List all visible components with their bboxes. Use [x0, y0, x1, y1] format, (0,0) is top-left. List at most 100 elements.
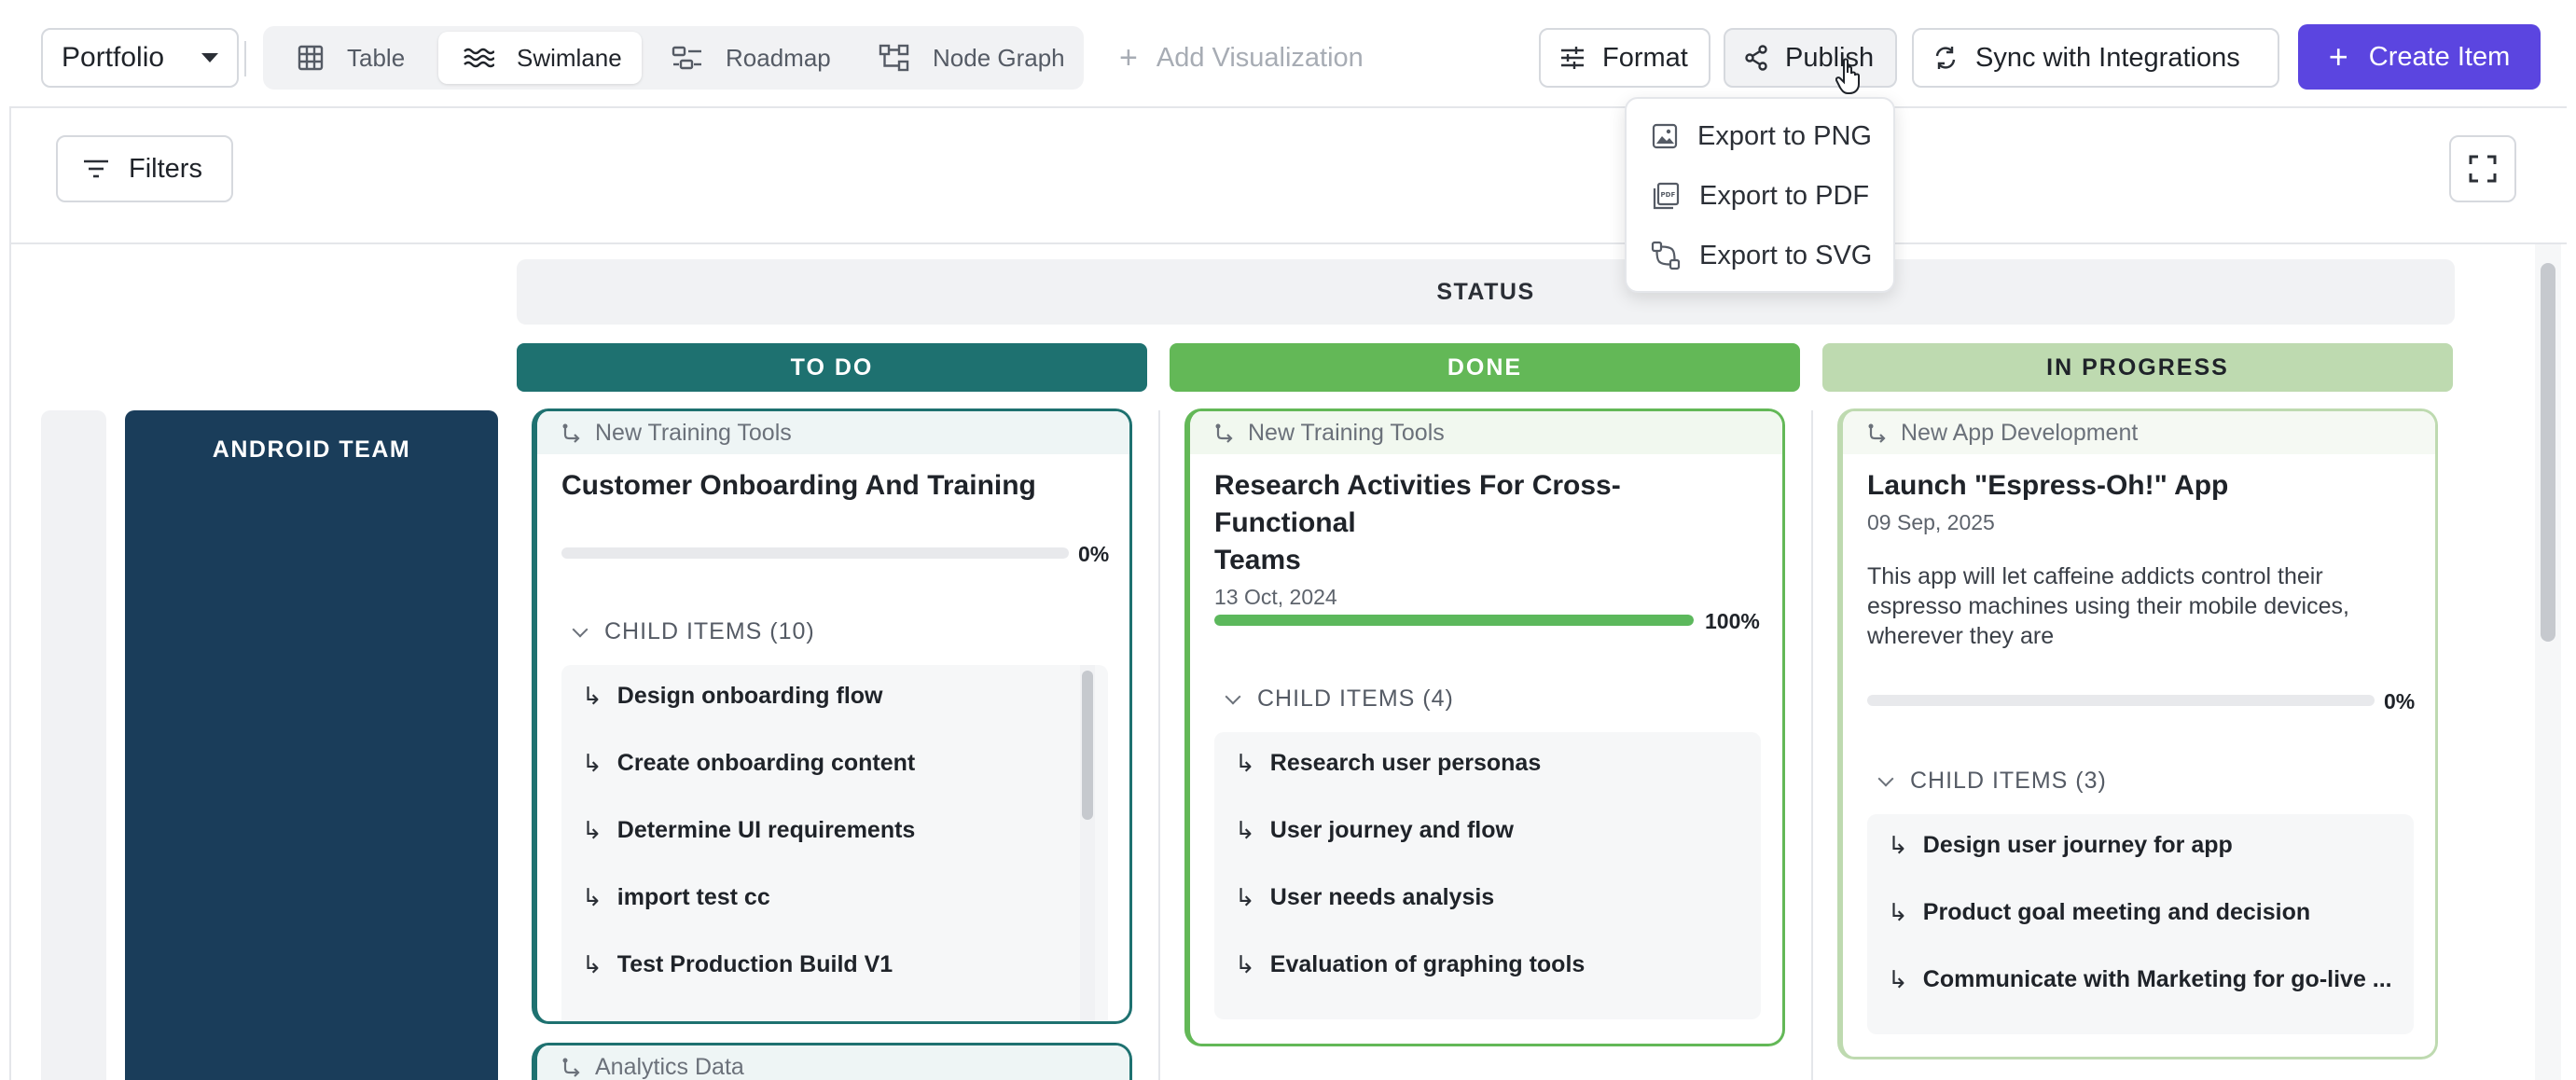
- child-item[interactable]: ↳ Research user personas: [1235, 749, 1541, 778]
- add-visualization-button[interactable]: + Add Visualization: [1119, 34, 1364, 82]
- column-header-done[interactable]: DONE: [1170, 343, 1800, 392]
- share-icon: [1745, 45, 1767, 71]
- card-title[interactable]: Customer Onboarding And Training: [537, 467, 1129, 505]
- item-card-analytics[interactable]: Analytics Data: [532, 1043, 1132, 1080]
- card-title[interactable]: Launch "Espress-Oh!" App: [1843, 467, 2435, 505]
- child-arrow-icon: ↳: [1235, 749, 1255, 777]
- child-item-label: Determine UI requirements: [616, 817, 916, 843]
- card-parent[interactable]: Analytics Data: [537, 1045, 1129, 1080]
- card-parent-label: New Training Tools: [1248, 419, 1445, 446]
- item-card-research-activities[interactable]: New Training Tools Research Activities F…: [1184, 408, 1785, 1046]
- filters-button[interactable]: Filters: [56, 135, 233, 202]
- card-parent[interactable]: New App Development: [1843, 411, 2435, 454]
- child-item[interactable]: ↳ Create onboarding content: [582, 749, 915, 778]
- add-visualization-label: Add Visualization: [1156, 42, 1364, 73]
- child-list-scrollbar[interactable]: [1080, 665, 1095, 1021]
- child-arrow-icon: ↳: [582, 950, 602, 978]
- hierarchy-icon: [562, 1058, 580, 1077]
- create-item-button[interactable]: + Create Item: [2298, 24, 2541, 90]
- child-item[interactable]: ↳ Design user journey for app: [1888, 831, 2233, 860]
- item-card-launch-app[interactable]: New App Development Launch "Espress-Oh!"…: [1837, 408, 2438, 1059]
- progress-bar: [1867, 695, 2375, 706]
- hierarchy-icon: [1215, 423, 1233, 443]
- vector-icon: [1651, 241, 1681, 270]
- fullscreen-button[interactable]: [2449, 135, 2516, 202]
- card-parent[interactable]: New Training Tools: [537, 411, 1129, 454]
- toolbar-divider: [244, 41, 246, 76]
- child-arrow-icon: ↳: [1235, 883, 1255, 911]
- child-item-label: Design onboarding flow: [616, 683, 883, 709]
- child-item[interactable]: ↳ Determine UI requirements: [582, 816, 915, 845]
- child-items-toggle[interactable]: CHILD ITEMS (4): [1225, 685, 1454, 713]
- child-item-label: User journey and flow: [1269, 817, 1514, 843]
- hand-cursor-icon: [1835, 58, 1860, 94]
- export-pdf-label: Export to PDF: [1699, 180, 1870, 211]
- portfolio-label: Portfolio: [62, 42, 165, 73]
- child-items-label: CHILD ITEMS (10): [604, 618, 815, 644]
- chevron-down-icon: [1225, 688, 1241, 704]
- export-png-item[interactable]: Export to PNG: [1651, 118, 1872, 155]
- row-header-android-team[interactable]: ANDROID TEAM: [125, 410, 498, 1080]
- tab-swimlane[interactable]: Swimlane: [438, 32, 642, 84]
- tab-node-graph-label: Node Graph: [933, 43, 1065, 72]
- export-svg-item[interactable]: Export to SVG: [1651, 237, 1872, 274]
- sliders-icon: [1561, 47, 1584, 69]
- card-title-line: Teams: [1214, 545, 1301, 575]
- content-border: [9, 108, 11, 1080]
- column-header-in-progress[interactable]: IN PROGRESS: [1822, 343, 2453, 392]
- caret-down-icon: [201, 53, 218, 62]
- export-pdf-item[interactable]: PDF Export to PDF: [1651, 177, 1869, 215]
- status-group-header: STATUS: [517, 259, 2455, 325]
- export-svg-label: Export to SVG: [1699, 240, 1873, 270]
- image-icon: [1652, 123, 1678, 149]
- portfolio-dropdown[interactable]: Portfolio: [41, 28, 239, 88]
- tab-table[interactable]: Table: [285, 32, 444, 84]
- child-item[interactable]: ↳ import test cc: [582, 883, 770, 912]
- child-items-toggle[interactable]: CHILD ITEMS (3): [1877, 768, 2107, 795]
- child-item[interactable]: ↳ Design onboarding flow: [582, 682, 883, 711]
- child-item-label: Test Production Build V1: [616, 951, 893, 977]
- child-item[interactable]: ↳ Product goal meeting and decision: [1888, 898, 2310, 927]
- scrollbar-thumb[interactable]: [1082, 671, 1093, 820]
- chevron-down-icon: [572, 621, 589, 637]
- card-date: 13 Oct, 2024: [1214, 585, 1337, 609]
- board-scrollbar[interactable]: [2535, 244, 2561, 1080]
- sync-label: Sync with Integrations: [1975, 42, 2240, 73]
- row-handle[interactable]: [41, 410, 106, 1080]
- hierarchy-icon: [1868, 423, 1886, 443]
- child-item[interactable]: ↳ Communicate with Marketing for go-live …: [1888, 965, 2392, 994]
- progress-fill: [1214, 615, 1694, 626]
- description-line: espresso machines using their mobile dev…: [1867, 593, 2349, 619]
- card-parent[interactable]: New Training Tools: [1190, 411, 1782, 454]
- child-items-label: CHILD ITEMS (4): [1257, 685, 1454, 712]
- tab-swimlane-label: Swimlane: [517, 43, 622, 72]
- child-arrow-icon: ↳: [582, 883, 602, 911]
- column-header-todo[interactable]: TO DO: [517, 343, 1147, 392]
- sync-integrations-button[interactable]: Sync with Integrations: [1912, 28, 2279, 88]
- child-arrow-icon: ↳: [582, 749, 602, 777]
- card-title[interactable]: Research Activities For Cross-Functional…: [1190, 467, 1782, 579]
- child-arrow-icon: ↳: [582, 682, 602, 710]
- tab-roadmap[interactable]: Roadmap: [672, 32, 858, 84]
- child-items-list: ↳ Design onboarding flow ↳ Create onboardi…: [561, 665, 1108, 1021]
- export-png-label: Export to PNG: [1697, 120, 1872, 151]
- scrollbar-thumb[interactable]: [2541, 263, 2555, 642]
- tab-node-graph[interactable]: Node Graph: [879, 32, 1074, 84]
- child-items-toggle[interactable]: CHILD ITEMS (10): [572, 618, 815, 645]
- child-item[interactable]: ↳ User needs analysis: [1235, 883, 1494, 912]
- child-arrow-icon: ↳: [582, 816, 602, 844]
- child-item[interactable]: ↳ Test Production Build V1: [582, 950, 893, 979]
- card-parent-label: New App Development: [1901, 419, 2139, 446]
- card-title-line: Research Activities For Cross-Functional: [1214, 470, 1621, 538]
- format-button[interactable]: Format: [1539, 28, 1710, 88]
- child-item[interactable]: ↳ User journey and flow: [1235, 816, 1514, 845]
- item-card-customer-onboarding[interactable]: New Training Tools Customer Onboarding A…: [532, 408, 1132, 1024]
- sync-icon: [1935, 47, 1956, 69]
- svg-text:PDF: PDF: [1661, 191, 1676, 199]
- filters-divider: [9, 242, 2567, 244]
- expand-icon: [2469, 155, 2497, 183]
- view-tabs: Table Swimlane Roadmap Node Graph: [263, 26, 1084, 90]
- filters-label: Filters: [129, 153, 202, 184]
- child-item[interactable]: ↳ Evaluation of graphing tools: [1235, 950, 1585, 979]
- publish-button[interactable]: Publish: [1724, 28, 1897, 88]
